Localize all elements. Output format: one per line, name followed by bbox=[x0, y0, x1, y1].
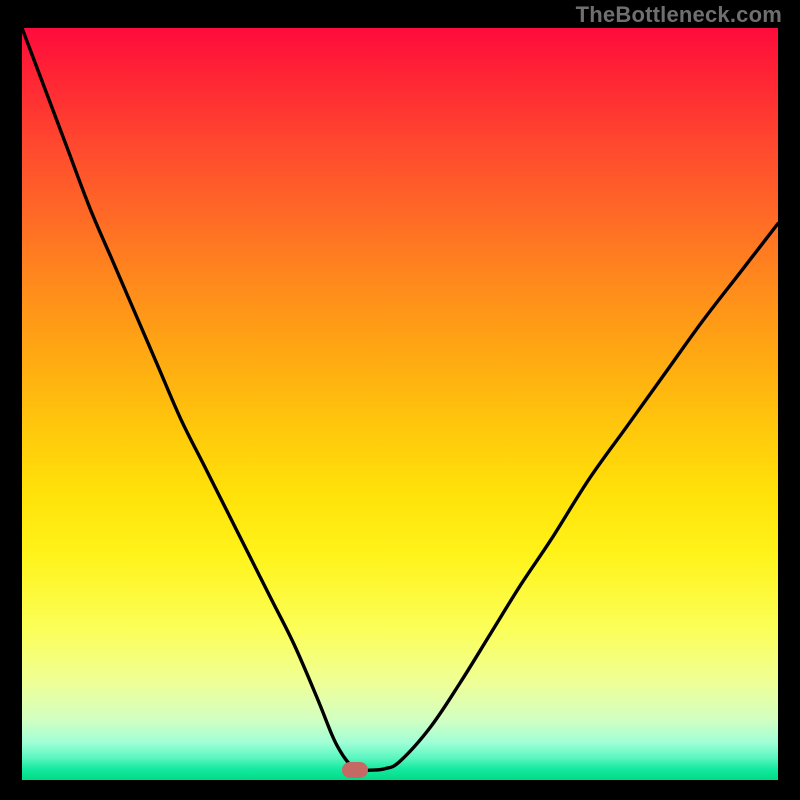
chart-frame: TheBottleneck.com bbox=[0, 0, 800, 800]
watermark-text: TheBottleneck.com bbox=[576, 2, 782, 28]
plot-area bbox=[22, 28, 778, 780]
curve-layer bbox=[22, 28, 778, 780]
bottleneck-curve bbox=[22, 28, 778, 770]
optimal-point-marker bbox=[342, 762, 368, 778]
